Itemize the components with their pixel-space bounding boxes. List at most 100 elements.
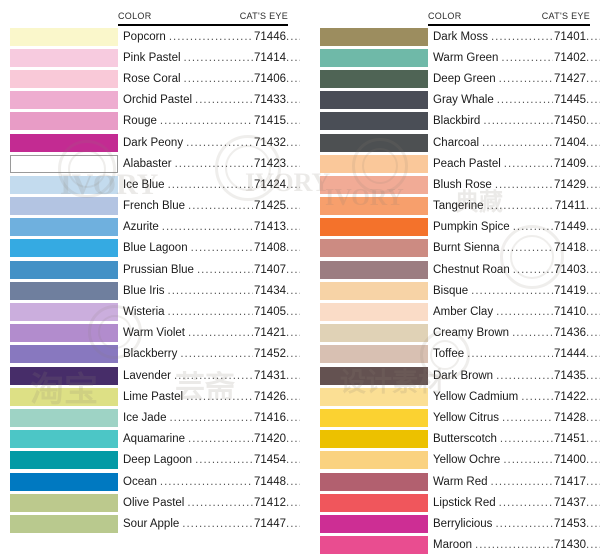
color-swatch[interactable] <box>320 430 428 449</box>
color-row[interactable]: Blue Iris...............................… <box>0 280 300 301</box>
color-row[interactable]: Berrylicious............................… <box>300 513 600 534</box>
color-swatch[interactable] <box>320 69 428 88</box>
color-row[interactable]: Lipstick Red............................… <box>300 492 600 513</box>
color-swatch[interactable] <box>320 175 428 194</box>
color-swatch[interactable] <box>320 260 428 279</box>
color-swatch[interactable] <box>320 27 428 46</box>
color-row[interactable]: Ice Jade................................… <box>0 407 300 428</box>
color-row[interactable]: Warm Violet.............................… <box>0 323 300 344</box>
color-swatch[interactable] <box>320 324 428 343</box>
color-row[interactable]: Yellow Cadmium..........................… <box>300 386 600 407</box>
color-swatch[interactable] <box>10 260 118 279</box>
color-swatch[interactable] <box>320 472 428 491</box>
color-row[interactable]: French Blue.............................… <box>0 196 300 217</box>
color-row[interactable]: Prussian Blue...........................… <box>0 259 300 280</box>
color-swatch[interactable] <box>10 430 118 449</box>
color-row[interactable]: Maroon..................................… <box>300 535 600 556</box>
color-swatch[interactable] <box>320 91 428 110</box>
color-swatch[interactable] <box>10 472 118 491</box>
color-row[interactable]: Peach Pastel............................… <box>300 153 600 174</box>
color-row[interactable]: Chestnut Roan...........................… <box>300 259 600 280</box>
color-row[interactable]: Toffee..................................… <box>300 344 600 365</box>
color-swatch[interactable] <box>320 366 428 385</box>
color-row[interactable]: Deep Green..............................… <box>300 68 600 89</box>
color-swatch[interactable] <box>320 281 428 300</box>
color-row[interactable]: Yellow Ochre............................… <box>300 450 600 471</box>
color-row[interactable]: Blackberry..............................… <box>0 344 300 365</box>
color-swatch[interactable] <box>320 536 428 555</box>
color-swatch[interactable] <box>10 408 118 427</box>
color-row[interactable]: Wisteria................................… <box>0 301 300 322</box>
color-row[interactable]: Warm Red................................… <box>300 471 600 492</box>
color-swatch[interactable] <box>320 387 428 406</box>
color-row[interactable]: Alabaster...............................… <box>0 153 300 174</box>
color-row[interactable]: Gray Whale..............................… <box>300 90 600 111</box>
color-row[interactable]: Charcoal................................… <box>300 132 600 153</box>
color-row[interactable]: Ocean...................................… <box>0 471 300 492</box>
color-swatch[interactable] <box>320 493 428 512</box>
color-swatch[interactable] <box>10 91 118 110</box>
color-row[interactable]: Amber Clay..............................… <box>300 301 600 322</box>
color-swatch[interactable] <box>10 48 118 67</box>
color-swatch[interactable] <box>320 48 428 67</box>
color-row[interactable]: Aquamarine..............................… <box>0 429 300 450</box>
color-row[interactable]: Warm Green..............................… <box>300 47 600 68</box>
color-swatch[interactable] <box>10 197 118 216</box>
color-swatch[interactable] <box>10 366 118 385</box>
color-name: Pumpkin Spice <box>433 221 510 234</box>
color-swatch[interactable] <box>10 514 118 533</box>
color-row[interactable]: Lavender................................… <box>0 365 300 386</box>
color-row[interactable]: Creamy Brown............................… <box>300 323 600 344</box>
color-swatch[interactable] <box>10 27 118 46</box>
color-swatch[interactable] <box>10 175 118 194</box>
color-row[interactable]: Deep Lagoon.............................… <box>0 450 300 471</box>
color-row[interactable]: Azurite.................................… <box>0 217 300 238</box>
color-swatch[interactable] <box>10 451 118 470</box>
color-swatch[interactable] <box>320 239 428 258</box>
color-swatch[interactable] <box>320 408 428 427</box>
color-swatch[interactable] <box>320 154 428 173</box>
color-row[interactable]: Popcorn.................................… <box>0 26 300 47</box>
color-swatch[interactable] <box>10 387 118 406</box>
color-row[interactable]: Bisque..................................… <box>300 280 600 301</box>
color-row[interactable]: Olive Pastel............................… <box>0 492 300 513</box>
color-swatch[interactable] <box>10 218 118 237</box>
color-swatch[interactable] <box>10 281 118 300</box>
color-swatch[interactable] <box>320 514 428 533</box>
color-swatch[interactable] <box>10 345 118 364</box>
color-row[interactable]: Lime Pastel.............................… <box>0 386 300 407</box>
color-swatch[interactable] <box>320 345 428 364</box>
color-swatch[interactable] <box>10 239 118 258</box>
color-row[interactable]: Rouge...................................… <box>0 111 300 132</box>
color-swatch[interactable] <box>10 154 118 173</box>
color-row[interactable]: Pink Pastel.............................… <box>0 47 300 68</box>
color-swatch[interactable] <box>10 324 118 343</box>
color-row[interactable]: Orchid Pastel...........................… <box>0 90 300 111</box>
color-row[interactable]: Yellow Citrus...........................… <box>300 407 600 428</box>
color-row[interactable]: Ice Blue................................… <box>0 174 300 195</box>
color-row[interactable]: Blush Rose..............................… <box>300 174 600 195</box>
color-swatch[interactable] <box>10 493 118 512</box>
color-row[interactable]: Dark Peony..............................… <box>0 132 300 153</box>
color-swatch[interactable] <box>10 303 118 322</box>
color-row[interactable]: Burnt Sienna............................… <box>300 238 600 259</box>
color-row[interactable]: Blue Lagoon.............................… <box>0 238 300 259</box>
color-row[interactable]: Rose Coral..............................… <box>0 68 300 89</box>
color-swatch[interactable] <box>320 218 428 237</box>
color-row[interactable]: Dark Moss...............................… <box>300 26 600 47</box>
color-swatch[interactable] <box>10 69 118 88</box>
color-row[interactable]: Butterscotch............................… <box>300 429 600 450</box>
color-row[interactable]: Dark Brown..............................… <box>300 365 600 386</box>
color-swatch[interactable] <box>320 451 428 470</box>
color-swatch[interactable] <box>320 133 428 152</box>
color-swatch[interactable] <box>320 197 428 216</box>
swatch-cell <box>300 47 428 68</box>
color-row[interactable]: Sour Apple..............................… <box>0 513 300 534</box>
color-row[interactable]: Pumpkin Spice...........................… <box>300 217 600 238</box>
color-row[interactable]: Tangerine...............................… <box>300 196 600 217</box>
color-row[interactable]: Blackbird...............................… <box>300 111 600 132</box>
color-swatch[interactable] <box>10 133 118 152</box>
color-swatch[interactable] <box>320 303 428 322</box>
color-swatch[interactable] <box>10 112 118 131</box>
color-swatch[interactable] <box>320 112 428 131</box>
